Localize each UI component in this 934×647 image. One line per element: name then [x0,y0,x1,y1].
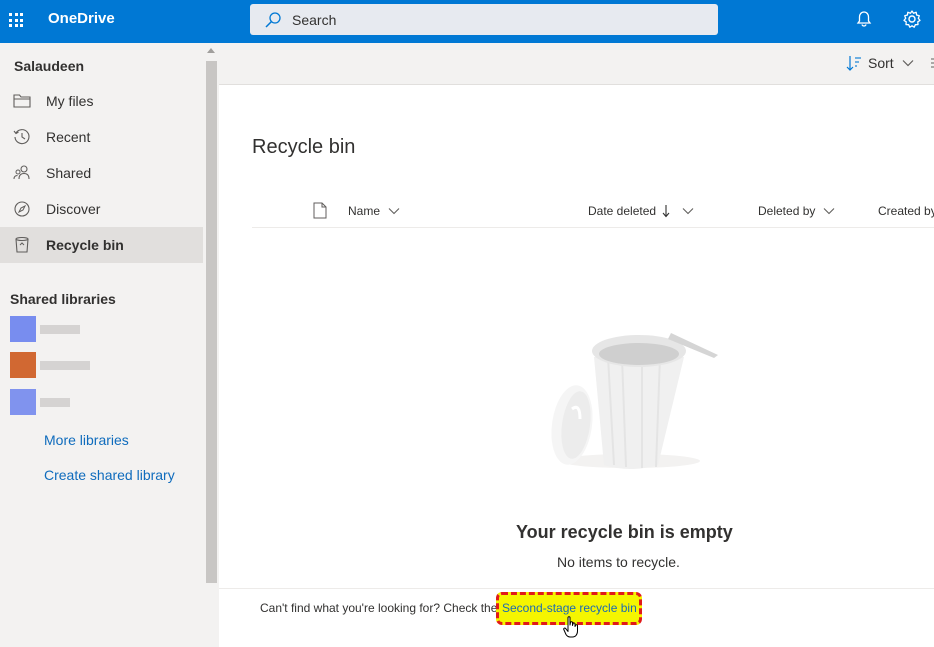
file-type-icon[interactable] [313,202,327,219]
column-header-date-deleted[interactable]: Date deleted [588,201,694,221]
chevron-down-icon [902,60,914,67]
library-logo [10,352,36,378]
sort-icon [846,56,861,71]
sidebar-item-recent[interactable]: Recent [0,119,203,155]
sidebar-item-discover[interactable]: Discover [0,191,203,227]
suite-header: OneDrive Search [0,0,934,43]
sidebar-item-shared[interactable]: Shared [0,155,203,191]
sidebar-item-label: Recent [46,129,91,145]
library-name-redacted [40,398,70,407]
chevron-down-icon [823,208,835,215]
search-icon [265,11,281,28]
empty-state-subtitle: No items to recycle. [557,554,680,570]
footer-divider [219,588,934,589]
empty-recycle-bin-illustration [551,333,718,469]
sidebar-item-label: Recycle bin [46,237,124,253]
sort-descending-arrow-icon [662,205,670,218]
sort-label: Sort [868,55,894,71]
command-bar [219,43,934,85]
search-placeholder: Search [292,11,337,28]
chevron-down-icon [682,208,694,215]
column-header-created-by[interactable]: Created by [878,201,934,221]
app-launcher-button[interactable] [0,0,32,40]
column-label: Date deleted [588,204,657,218]
column-header-name[interactable]: Name [348,201,400,221]
view-options-icon[interactable] [929,57,934,69]
history-icon [13,128,31,146]
library-logo [10,389,36,415]
compass-icon [13,200,31,218]
user-name: Salaudeen [14,58,85,74]
library-name-redacted [40,361,90,370]
library-logo [10,316,36,342]
shared-libraries-heading: Shared libraries [10,291,116,307]
sidebar-item-recycle-bin[interactable]: Recycle bin [0,227,203,263]
empty-state-title: Your recycle bin is empty [516,522,733,542]
library-item[interactable] [10,389,100,415]
hand-cursor-icon [563,616,578,638]
sidebar-item-label: Discover [46,201,101,217]
sort-button[interactable]: Sort [846,55,920,71]
sidebar-item-my-files[interactable]: My files [0,83,203,119]
folder-icon [13,92,31,110]
create-shared-library-link[interactable]: Create shared library [44,467,175,483]
library-item[interactable] [10,352,100,378]
app-title[interactable]: OneDrive [48,10,115,27]
sidebar-item-label: Shared [46,165,92,181]
column-label: Name [348,204,381,218]
more-libraries-link[interactable]: More libraries [44,432,129,448]
header-divider [252,227,934,228]
sidebar-scrollbar-thumb[interactable] [206,61,217,583]
sidebar-item-label: My files [46,93,94,109]
library-item[interactable] [10,316,100,342]
second-stage-recycle-bin-link[interactable]: Second-stage recycle bin [502,601,637,615]
people-icon [13,164,31,182]
settings-icon[interactable] [902,9,922,29]
column-label: Deleted by [758,204,816,218]
chevron-down-icon [388,208,400,215]
column-header-deleted-by[interactable]: Deleted by [758,201,835,221]
footer-text: Can't find what you're looking for? Chec… [260,601,498,615]
page-title: Recycle bin [252,136,356,158]
search-box[interactable]: Search [250,4,718,35]
column-label: Created by [878,204,934,218]
scroll-up-arrow-icon[interactable] [207,48,215,53]
recycle-bin-icon [13,236,31,254]
waffle-icon [9,13,23,27]
notifications-icon[interactable] [855,10,873,28]
library-name-redacted [40,325,80,334]
